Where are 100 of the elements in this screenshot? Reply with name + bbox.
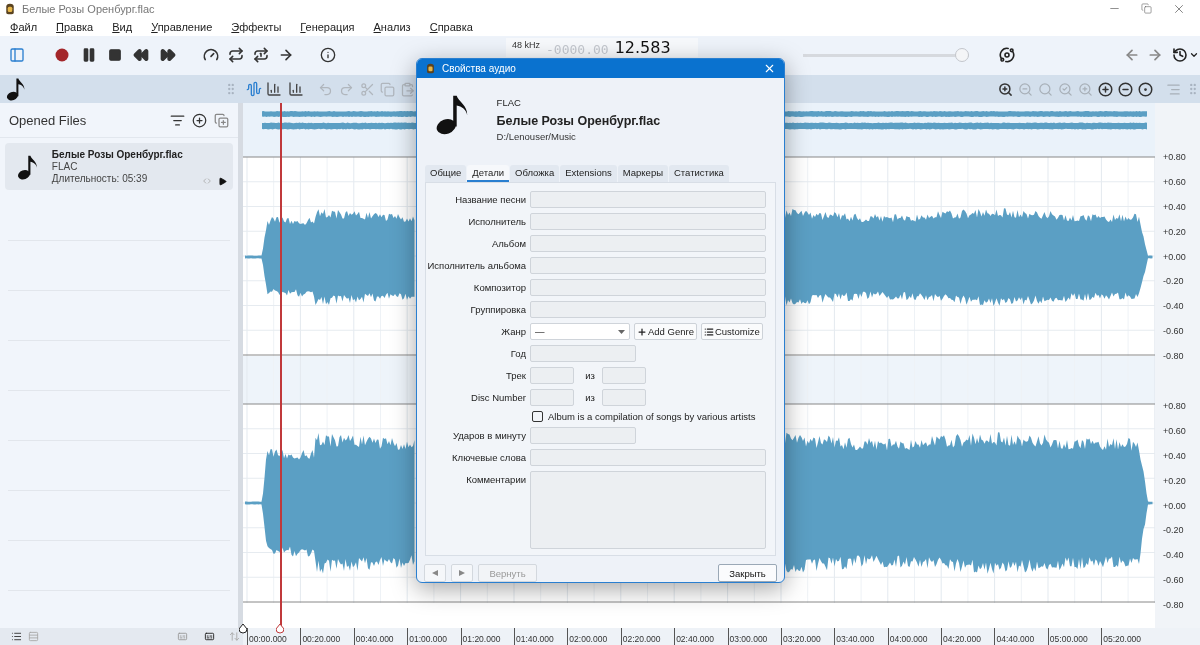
time-display: 12.583 xyxy=(614,39,671,57)
input-field[interactable] xyxy=(530,279,766,296)
field-label: Disc Number xyxy=(470,391,526,405)
time-label: 00:40.000 xyxy=(355,634,394,645)
input-field[interactable] xyxy=(530,301,766,318)
search-icon[interactable] xyxy=(1038,81,1053,97)
play-icon[interactable] xyxy=(218,176,227,186)
fast-forward-icon[interactable] xyxy=(160,47,176,63)
zoom-out-icon[interactable] xyxy=(1018,81,1033,97)
bars-icon[interactable] xyxy=(1166,81,1181,97)
slider-thumb[interactable] xyxy=(955,48,969,62)
loop-one-icon[interactable] xyxy=(253,47,269,63)
scale-label: +0.80 xyxy=(1162,400,1187,412)
music-note-icon xyxy=(6,77,26,101)
scale-label: -0.40 xyxy=(1162,549,1185,562)
input-field[interactable] xyxy=(602,367,646,384)
back-icon[interactable] xyxy=(1124,47,1140,63)
pause-icon[interactable] xyxy=(81,47,97,63)
genre-dropdown[interactable]: — xyxy=(530,323,630,340)
time-label: 02:40.000 xyxy=(676,634,714,645)
tab[interactable]: Обложка xyxy=(510,165,560,182)
file-card[interactable]: Белые Розы Оренбург.flac FLAC Длительность: 05:39 xyxy=(5,143,233,190)
restore-icon[interactable] xyxy=(1141,3,1152,14)
input-field[interactable] xyxy=(530,449,766,466)
loop-icon[interactable] xyxy=(228,47,244,63)
input-field[interactable] xyxy=(530,213,766,230)
next-button[interactable] xyxy=(451,564,473,582)
separator-text: из xyxy=(584,370,596,381)
tab[interactable]: Extensions xyxy=(560,165,617,182)
sample-rate: 48 kHz xyxy=(512,40,540,50)
caret-icon xyxy=(618,329,625,334)
checkbox-label: Album is a compilation of songs by various artists xyxy=(548,411,756,422)
customize-button[interactable]: Customize xyxy=(700,323,763,340)
paste-icon[interactable] xyxy=(400,81,416,97)
menu-item[interactable]: Эффекты xyxy=(231,20,282,33)
menu-item[interactable]: Файл xyxy=(10,20,38,33)
dialog-button[interactable]: Закрыть xyxy=(718,564,777,582)
menu-item[interactable]: Управление xyxy=(151,20,213,33)
input-field[interactable] xyxy=(530,427,636,444)
info-icon[interactable] xyxy=(320,47,336,63)
arrow-right-icon[interactable] xyxy=(278,47,294,63)
zoom-selection-icon[interactable] xyxy=(1078,81,1093,97)
scale-label: -0.80 xyxy=(1162,350,1185,362)
zoom-in-icon[interactable] xyxy=(998,81,1013,97)
previous-button[interactable] xyxy=(424,564,446,582)
waveform-icon[interactable] xyxy=(246,81,263,97)
forward-icon[interactable] xyxy=(1147,47,1163,63)
field-label: Название песни xyxy=(454,193,526,207)
scale-label: -0.60 xyxy=(1162,574,1185,587)
time-label: 04:40.000 xyxy=(996,634,1035,645)
field-label: Исполнитель xyxy=(467,215,526,229)
stop-icon[interactable] xyxy=(108,48,122,62)
add-genre-button[interactable]: Add Genre xyxy=(634,323,697,340)
checkbox[interactable] xyxy=(532,411,543,422)
menu-item[interactable]: Генерация xyxy=(300,20,355,33)
scale-label: -0.40 xyxy=(1162,300,1185,313)
start-marker-icon[interactable] xyxy=(239,624,247,634)
playhead-marker-icon[interactable] xyxy=(276,624,284,634)
input-field[interactable] xyxy=(530,389,574,406)
speed-icon[interactable] xyxy=(203,47,219,63)
field-label: Год xyxy=(509,347,526,361)
record-icon[interactable] xyxy=(54,47,70,63)
time-label: 00:00.000 xyxy=(249,634,287,645)
input-field[interactable] xyxy=(530,367,574,384)
file-format: FLAC xyxy=(496,97,522,109)
menu-item[interactable]: Правка xyxy=(56,20,94,33)
file-name: Белые Розы Оренбург.flac xyxy=(51,149,183,160)
zoom-fit-icon[interactable] xyxy=(1058,81,1073,97)
spectrum-icon[interactable] xyxy=(266,81,283,97)
file-format: FLAC xyxy=(51,161,79,172)
input-field[interactable] xyxy=(530,235,766,252)
menu-item[interactable]: Анализ xyxy=(373,20,411,33)
scale-label: +0.80 xyxy=(1162,151,1187,163)
tab[interactable]: Маркеры xyxy=(617,165,668,182)
music-note-icon xyxy=(17,153,38,180)
sidebar-toggle-icon[interactable] xyxy=(9,47,25,63)
tab[interactable]: Статистика xyxy=(669,165,729,182)
rows-icon[interactable] xyxy=(28,631,39,642)
input-field[interactable] xyxy=(530,191,766,208)
input-field[interactable] xyxy=(602,389,646,406)
filter-icon[interactable] xyxy=(170,112,185,128)
scale-label: +0.60 xyxy=(1162,175,1187,188)
field-label: Комментарии xyxy=(465,473,526,487)
scale-label: +0.20 xyxy=(1162,225,1187,238)
input-field[interactable] xyxy=(530,345,636,362)
menu-item[interactable]: Справка xyxy=(429,20,473,33)
add-copy-icon[interactable] xyxy=(214,112,229,128)
caret-icon[interactable] xyxy=(1189,50,1199,60)
add-icon[interactable] xyxy=(192,112,207,128)
menu-item[interactable]: Вид xyxy=(112,20,133,33)
tab[interactable]: Общие xyxy=(425,165,467,182)
scale-label: -0.20 xyxy=(1162,524,1185,537)
captions-icon[interactable] xyxy=(204,631,215,642)
list-icon[interactable] xyxy=(11,631,22,642)
rewind-icon[interactable] xyxy=(133,47,149,63)
scale-label: +0.00 xyxy=(1162,250,1187,263)
time-label: 01:20.000 xyxy=(462,634,501,645)
tab[interactable]: Детали xyxy=(467,165,510,182)
history-icon[interactable] xyxy=(1172,47,1188,63)
input-field[interactable] xyxy=(530,257,766,274)
